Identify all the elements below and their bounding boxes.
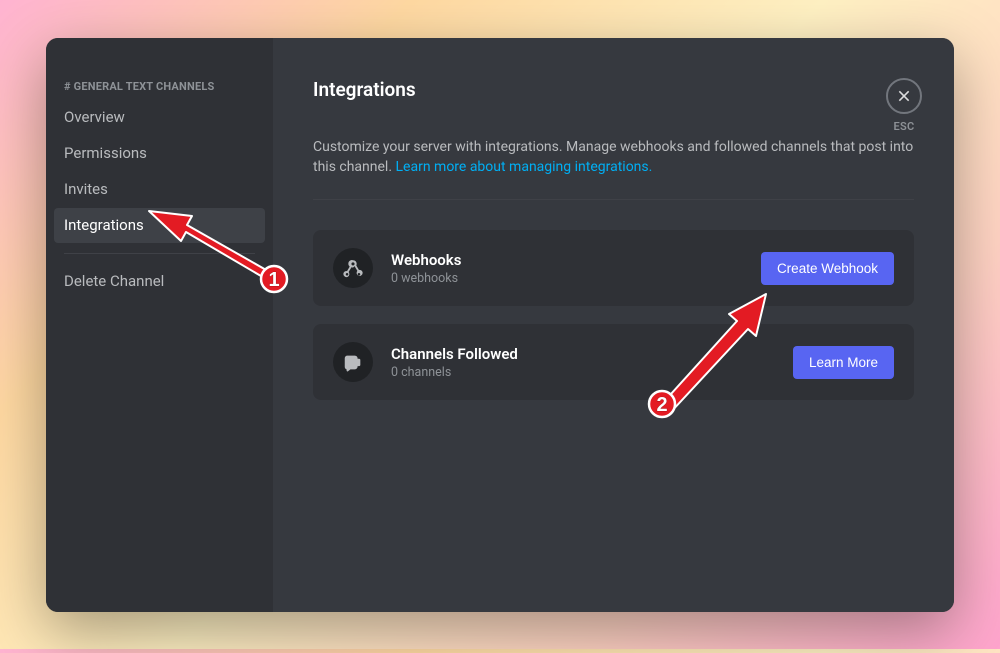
- webhooks-subtitle: 0 webhooks: [391, 271, 743, 286]
- channels-followed-subtitle: 0 channels: [391, 365, 775, 380]
- channels-followed-card-body: Channels Followed 0 channels: [391, 345, 775, 380]
- sidebar-item-permissions[interactable]: Permissions: [54, 136, 265, 171]
- close-icon: [886, 78, 922, 114]
- cards-list: Webhooks 0 webhooks Create Webhook Chann…: [313, 230, 914, 400]
- webhooks-card-body: Webhooks 0 webhooks: [391, 251, 743, 286]
- settings-window: # GENERAL TEXT CHANNELS Overview Permiss…: [46, 38, 954, 612]
- sidebar-divider: [64, 253, 255, 254]
- channels-followed-title: Channels Followed: [391, 345, 775, 363]
- divider: [313, 199, 914, 200]
- page-description: Customize your server with integrations.…: [313, 137, 914, 178]
- webhook-icon: [333, 248, 373, 288]
- sidebar-item-overview[interactable]: Overview: [54, 100, 265, 135]
- sidebar-item-invites[interactable]: Invites: [54, 172, 265, 207]
- channels-followed-card: Channels Followed 0 channels Learn More: [313, 324, 914, 400]
- close-label: ESC: [893, 120, 914, 133]
- webhooks-card: Webhooks 0 webhooks Create Webhook: [313, 230, 914, 306]
- sidebar-heading: # GENERAL TEXT CHANNELS: [54, 80, 265, 99]
- channels-followed-icon: [333, 342, 373, 382]
- sidebar-item-integrations[interactable]: Integrations: [54, 208, 265, 243]
- page-title: Integrations: [313, 78, 914, 101]
- learn-more-link[interactable]: Learn more about managing integrations.: [396, 159, 653, 175]
- content-area: ESC Integrations Customize your server w…: [273, 38, 954, 612]
- webhooks-title: Webhooks: [391, 251, 743, 269]
- sidebar-item-delete-channel[interactable]: Delete Channel: [54, 264, 265, 299]
- learn-more-button[interactable]: Learn More: [793, 346, 894, 379]
- create-webhook-button[interactable]: Create Webhook: [761, 252, 894, 285]
- close-button[interactable]: ESC: [886, 78, 922, 133]
- sidebar: # GENERAL TEXT CHANNELS Overview Permiss…: [46, 38, 273, 612]
